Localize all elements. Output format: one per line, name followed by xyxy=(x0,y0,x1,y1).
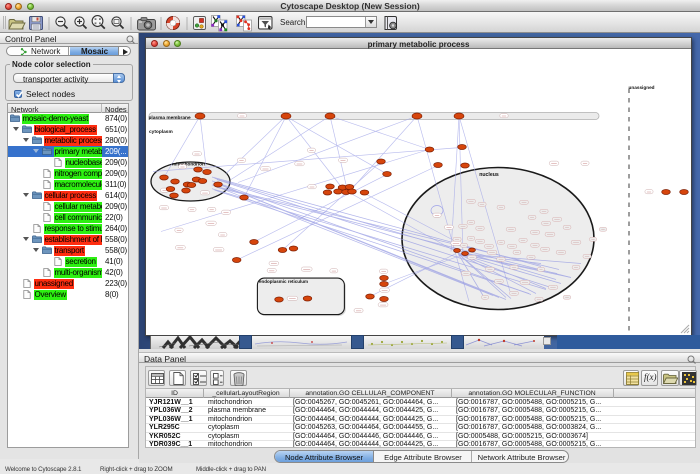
svg-text:endoplasmic reticulum: endoplasmic reticulum xyxy=(259,279,308,284)
svg-text:unassigned: unassigned xyxy=(629,85,655,90)
svg-text:mitochondrion: mitochondrion xyxy=(172,161,205,166)
svg-text:cytoplasm: cytoplasm xyxy=(149,129,173,135)
svg-text:nucleus: nucleus xyxy=(479,172,499,178)
svg-text:plasma membrane: plasma membrane xyxy=(149,114,191,120)
